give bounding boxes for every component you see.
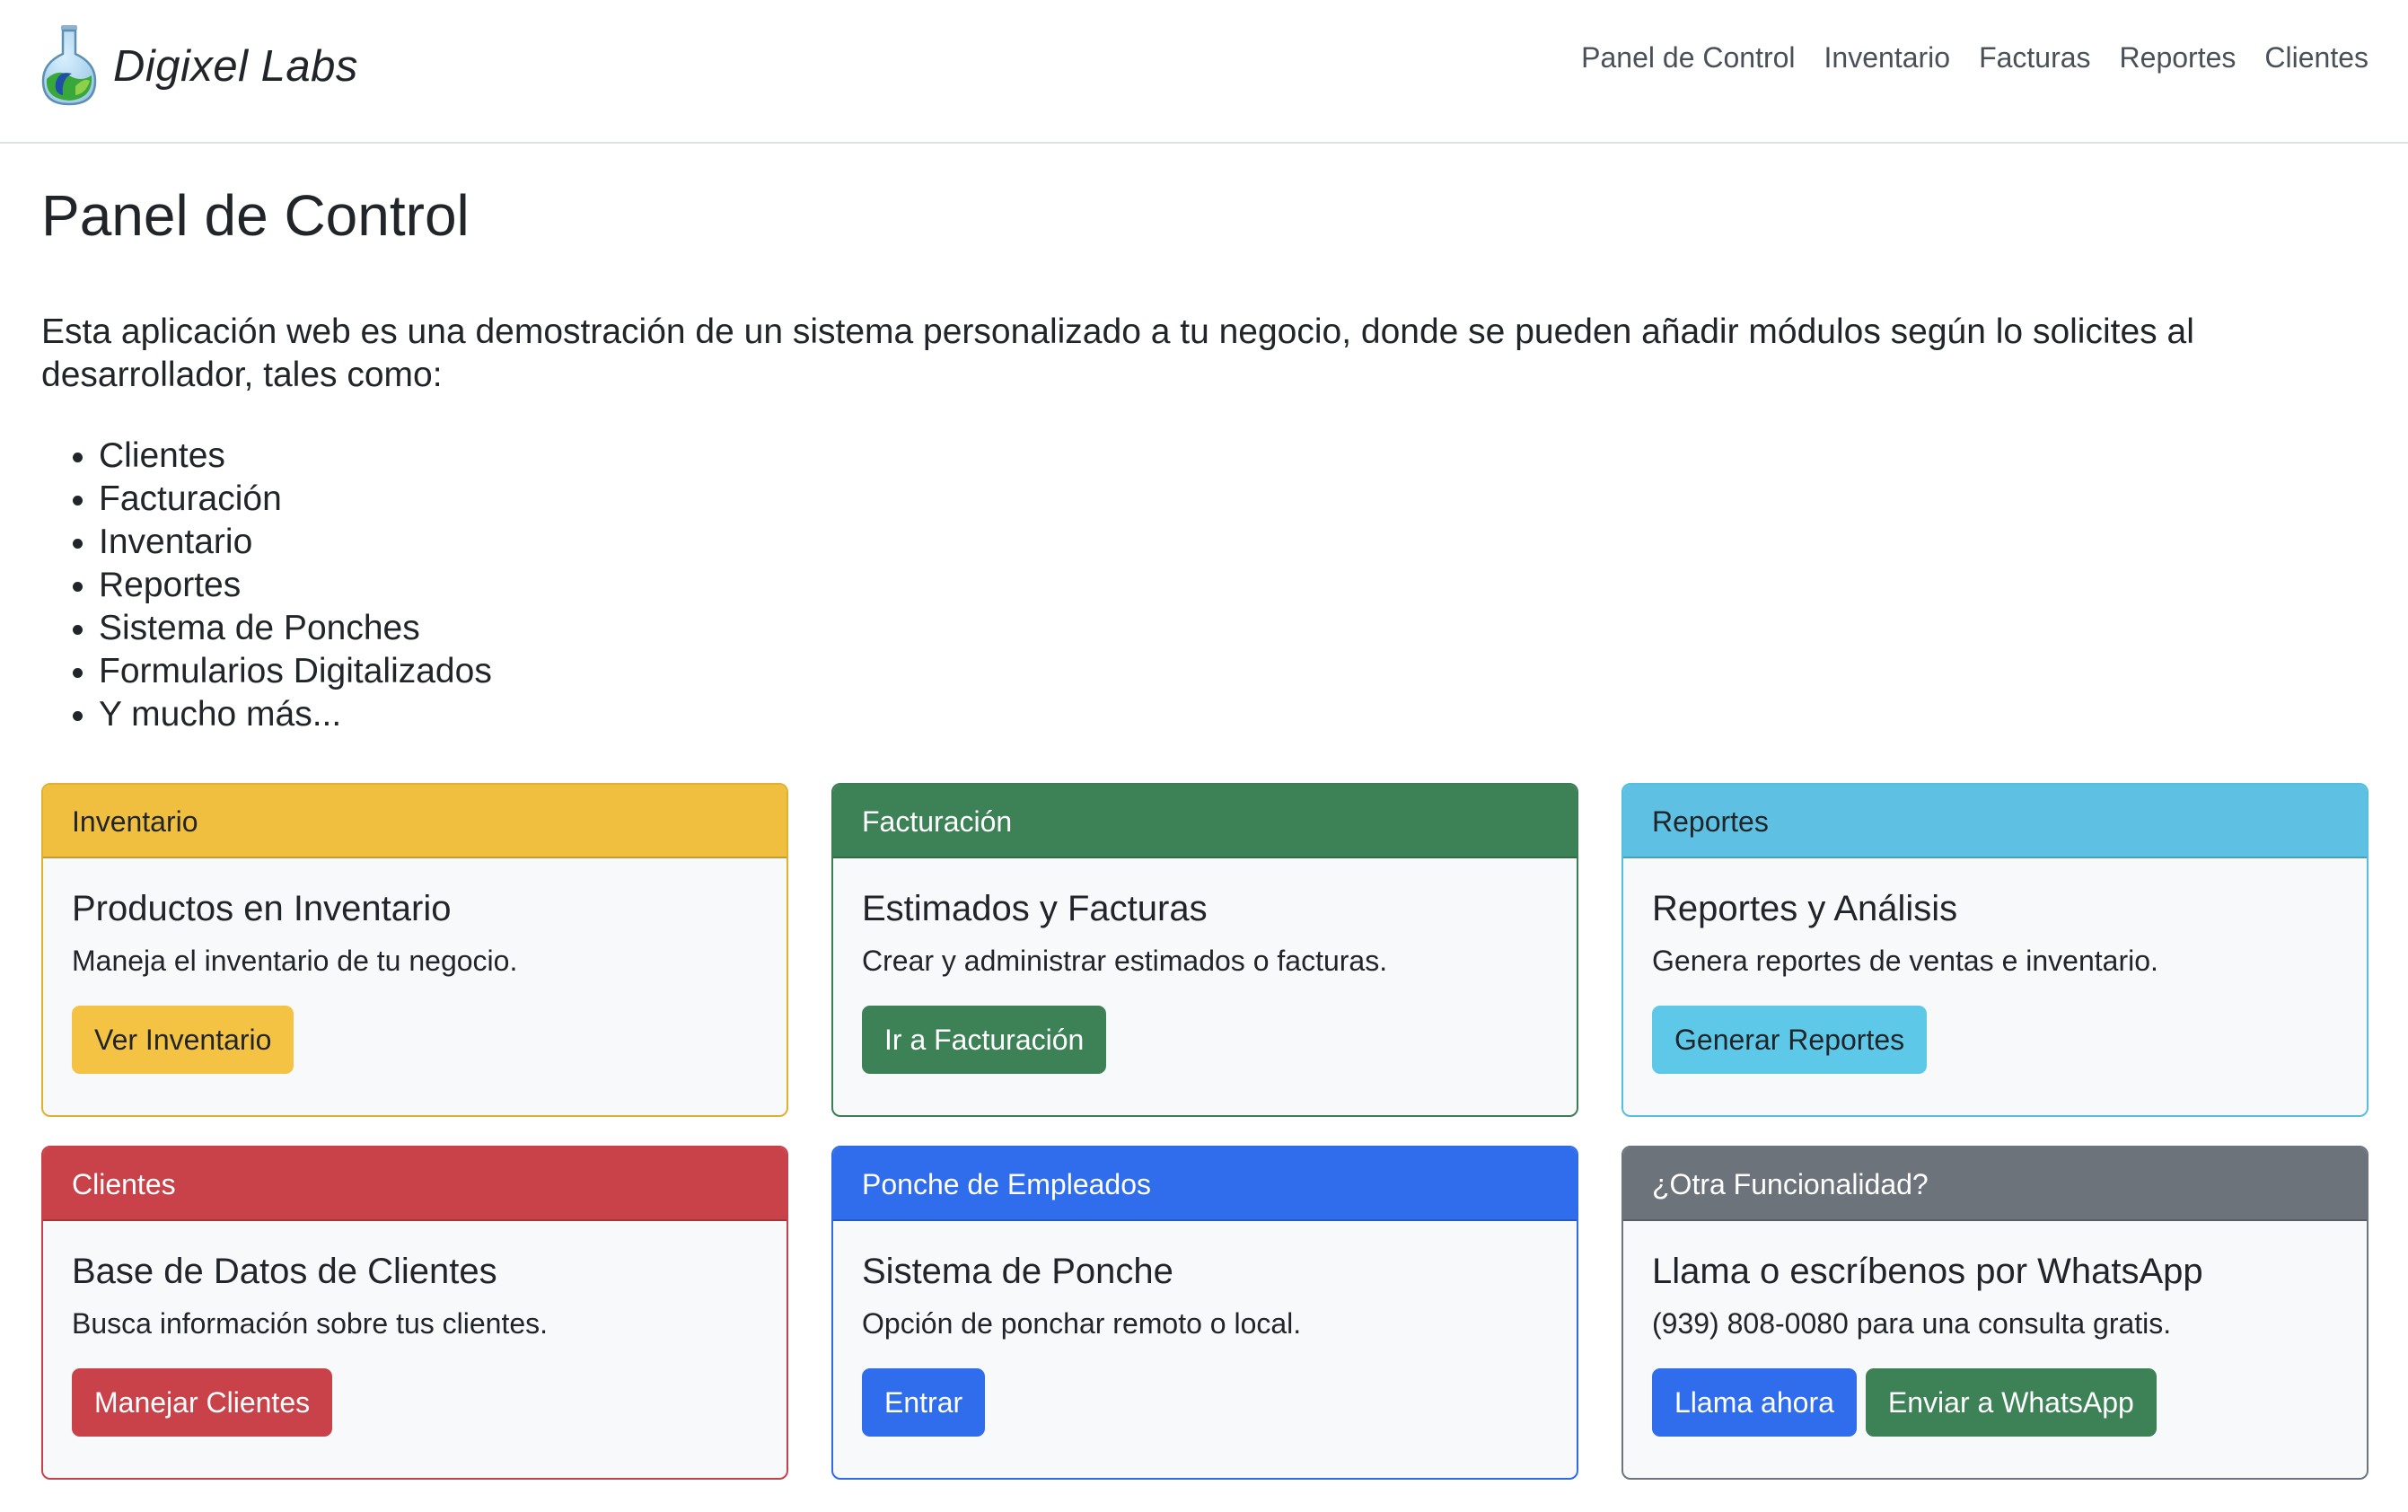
card-body: Base de Datos de Clientes Busca informac… xyxy=(43,1221,787,1437)
card-text: Opción de ponchar remoto o local. xyxy=(862,1307,1302,1340)
card-inventario: Inventario Productos en Inventario Manej… xyxy=(41,783,788,1117)
card-header: Reportes xyxy=(1623,785,2367,858)
feature-item: Facturación xyxy=(99,478,492,521)
manejar-clientes-button[interactable]: Manejar Clientes xyxy=(72,1368,333,1437)
feature-item: Formularios Digitalizados xyxy=(99,650,492,693)
module-cards: Inventario Productos en Inventario Manej… xyxy=(41,783,2368,1480)
card-text: Maneja el inventario de tu negocio. xyxy=(72,945,518,977)
intro-text: Esta aplicación web es una demostración … xyxy=(41,312,2194,394)
card-text: Genera reportes de ventas e inventario. xyxy=(1652,945,2158,977)
card-title: Sistema de Ponche xyxy=(862,1252,1173,1291)
card-buttons: Manejar Clientes xyxy=(72,1368,758,1437)
card-body: Estimados y Facturas Crear y administrar… xyxy=(833,858,1577,1074)
card-buttons: Llama ahora Enviar a WhatsApp xyxy=(1652,1368,2338,1437)
nav-link-reportes[interactable]: Reportes xyxy=(2105,38,2251,77)
card-header: Clientes xyxy=(43,1147,787,1221)
brand-name: Digixel Labs xyxy=(113,41,358,91)
feature-item: Clientes xyxy=(99,435,492,478)
card-header: Facturación xyxy=(833,785,1577,858)
flask-logo-icon xyxy=(41,25,97,106)
card-reportes: Reportes Reportes y Análisis Genera repo… xyxy=(1621,783,2368,1117)
card-otra-funcionalidad: ¿Otra Funcionalidad? Llama o escríbenos … xyxy=(1621,1146,2368,1480)
feature-list: Clientes Facturación Inventario Reportes… xyxy=(41,435,492,736)
navbar: Digixel Labs Panel de Control Inventario… xyxy=(0,0,2408,144)
ir-a-facturacion-button[interactable]: Ir a Facturación xyxy=(862,1006,1107,1074)
card-buttons: Ir a Facturación xyxy=(862,1006,1548,1074)
enviar-whatsapp-button[interactable]: Enviar a WhatsApp xyxy=(1865,1368,2157,1437)
ver-inventario-button[interactable]: Ver Inventario xyxy=(72,1006,294,1074)
nav-link-inventario[interactable]: Inventario xyxy=(1810,38,1965,77)
feature-item: Sistema de Ponches xyxy=(99,607,492,650)
main-nav: Panel de Control Inventario Facturas Rep… xyxy=(1567,38,2368,77)
card-body: Llama o escríbenos por WhatsApp (939) 80… xyxy=(1623,1221,2367,1437)
card-facturacion: Facturación Estimados y Facturas Crear y… xyxy=(831,783,1578,1117)
card-body: Sistema de Ponche Opción de ponchar remo… xyxy=(833,1221,1577,1437)
card-body: Productos en Inventario Maneja el invent… xyxy=(43,858,787,1074)
card-buttons: Generar Reportes xyxy=(1652,1006,2338,1074)
card-text: Crear y administrar estimados o facturas… xyxy=(862,945,1388,977)
card-text: (939) 808-0080 para una consulta gratis. xyxy=(1652,1307,2172,1340)
generar-reportes-button[interactable]: Generar Reportes xyxy=(1652,1006,1928,1074)
card-header: Ponche de Empleados xyxy=(833,1147,1577,1221)
card-buttons: Entrar xyxy=(862,1368,1548,1437)
card-title: Estimados y Facturas xyxy=(862,889,1208,928)
card-header: ¿Otra Funcionalidad? xyxy=(1623,1147,2367,1221)
nav-link-clientes[interactable]: Clientes xyxy=(2250,38,2368,77)
card-ponche: Ponche de Empleados Sistema de Ponche Op… xyxy=(831,1146,1578,1480)
card-title: Llama o escríbenos por WhatsApp xyxy=(1652,1252,2203,1291)
card-buttons: Ver Inventario xyxy=(72,1006,758,1074)
card-clientes: Clientes Base de Datos de Clientes Busca… xyxy=(41,1146,788,1480)
card-title: Productos en Inventario xyxy=(72,889,452,928)
card-text: Busca información sobre tus clientes. xyxy=(72,1307,549,1340)
feature-item: Y mucho más... xyxy=(99,693,492,736)
nav-link-facturas[interactable]: Facturas xyxy=(1964,38,2105,77)
page-title: Panel de Control xyxy=(41,183,470,248)
card-title: Reportes y Análisis xyxy=(1652,889,1958,928)
llama-ahora-button[interactable]: Llama ahora xyxy=(1652,1368,1857,1437)
brand-link[interactable]: Digixel Labs xyxy=(40,23,358,106)
card-title: Base de Datos de Clientes xyxy=(72,1252,497,1291)
entrar-button[interactable]: Entrar xyxy=(862,1368,986,1437)
feature-item: Reportes xyxy=(99,564,492,607)
nav-link-panel-de-control[interactable]: Panel de Control xyxy=(1567,38,1809,77)
card-header: Inventario xyxy=(43,785,787,858)
feature-item: Inventario xyxy=(99,521,492,564)
card-body: Reportes y Análisis Genera reportes de v… xyxy=(1623,858,2367,1074)
